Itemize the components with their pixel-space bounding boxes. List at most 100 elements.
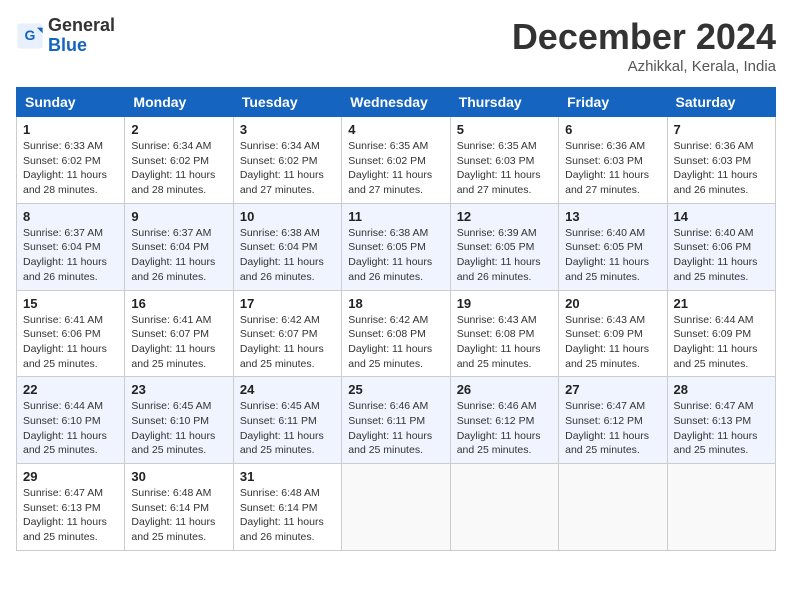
- calendar-day-cell: 4 Sunrise: 6:35 AMSunset: 6:02 PMDaylight…: [342, 117, 450, 204]
- day-info: Sunrise: 6:43 AMSunset: 6:09 PMDaylight:…: [565, 313, 660, 372]
- day-of-week-header: Wednesday: [342, 88, 450, 117]
- day-info: Sunrise: 6:37 AMSunset: 6:04 PMDaylight:…: [131, 226, 226, 285]
- day-info: Sunrise: 6:48 AMSunset: 6:14 PMDaylight:…: [240, 486, 335, 545]
- day-number: 9: [131, 209, 226, 224]
- calendar-day-cell: 23 Sunrise: 6:45 AMSunset: 6:10 PMDayligh…: [125, 377, 233, 464]
- day-number: 2: [131, 122, 226, 137]
- day-info: Sunrise: 6:40 AMSunset: 6:05 PMDaylight:…: [565, 226, 660, 285]
- calendar-day-cell: 18 Sunrise: 6:42 AMSunset: 6:08 PMDayligh…: [342, 290, 450, 377]
- logo-general-text: General: [48, 15, 115, 35]
- day-number: 28: [674, 382, 769, 397]
- day-of-week-header: Friday: [559, 88, 667, 117]
- svg-text:G: G: [25, 27, 36, 43]
- day-number: 25: [348, 382, 443, 397]
- day-info: Sunrise: 6:35 AMSunset: 6:02 PMDaylight:…: [348, 139, 443, 198]
- calendar-day-cell: 30 Sunrise: 6:48 AMSunset: 6:14 PMDayligh…: [125, 464, 233, 551]
- calendar-day-cell: 28 Sunrise: 6:47 AMSunset: 6:13 PMDayligh…: [667, 377, 775, 464]
- day-number: 22: [23, 382, 118, 397]
- day-number: 7: [674, 122, 769, 137]
- calendar-week-row: 8 Sunrise: 6:37 AMSunset: 6:04 PMDaylight…: [17, 203, 776, 290]
- day-number: 1: [23, 122, 118, 137]
- logo-icon: G: [16, 22, 44, 50]
- calendar-day-cell: 11 Sunrise: 6:38 AMSunset: 6:05 PMDayligh…: [342, 203, 450, 290]
- calendar-day-cell: [559, 464, 667, 551]
- day-info: Sunrise: 6:44 AMSunset: 6:10 PMDaylight:…: [23, 399, 118, 458]
- day-info: Sunrise: 6:34 AMSunset: 6:02 PMDaylight:…: [131, 139, 226, 198]
- day-info: Sunrise: 6:44 AMSunset: 6:09 PMDaylight:…: [674, 313, 769, 372]
- day-of-week-header: Monday: [125, 88, 233, 117]
- day-of-week-header: Tuesday: [233, 88, 341, 117]
- day-info: Sunrise: 6:35 AMSunset: 6:03 PMDaylight:…: [457, 139, 552, 198]
- calendar-day-cell: 27Sunrise: 6:47 AMSunset: 6:12 PMDayligh…: [559, 377, 667, 464]
- day-of-week-header: Thursday: [450, 88, 558, 117]
- calendar-day-cell: 9 Sunrise: 6:37 AMSunset: 6:04 PMDaylight…: [125, 203, 233, 290]
- day-number: 12: [457, 209, 552, 224]
- day-info: Sunrise: 6:41 AMSunset: 6:07 PMDaylight:…: [131, 313, 226, 372]
- calendar-day-cell: 31 Sunrise: 6:48 AMSunset: 6:14 PMDayligh…: [233, 464, 341, 551]
- day-number: 15: [23, 296, 118, 311]
- calendar-day-cell: [450, 464, 558, 551]
- day-number: 3: [240, 122, 335, 137]
- calendar-day-cell: 25Sunrise: 6:46 AMSunset: 6:11 PMDayligh…: [342, 377, 450, 464]
- title-block: December 2024 Azhikkal, Kerala, India: [512, 16, 776, 75]
- day-info: Sunrise: 6:45 AMSunset: 6:11 PMDaylight:…: [240, 399, 335, 458]
- day-number: 10: [240, 209, 335, 224]
- day-number: 24: [240, 382, 335, 397]
- day-info: Sunrise: 6:43 AMSunset: 6:08 PMDaylight:…: [457, 313, 552, 372]
- day-number: 30: [131, 469, 226, 484]
- day-number: 18: [348, 296, 443, 311]
- day-number: 19: [457, 296, 552, 311]
- logo: G General Blue: [16, 16, 115, 56]
- calendar-day-cell: 26 Sunrise: 6:46 AMSunset: 6:12 PMDayligh…: [450, 377, 558, 464]
- day-number: 16: [131, 296, 226, 311]
- calendar-day-cell: 6Sunrise: 6:36 AMSunset: 6:03 PMDaylight…: [559, 117, 667, 204]
- day-info: Sunrise: 6:34 AMSunset: 6:02 PMDaylight:…: [240, 139, 335, 198]
- day-info: Sunrise: 6:46 AMSunset: 6:12 PMDaylight:…: [457, 399, 552, 458]
- day-number: 5: [457, 122, 552, 137]
- day-info: Sunrise: 6:42 AMSunset: 6:07 PMDaylight:…: [240, 313, 335, 372]
- day-number: 11: [348, 209, 443, 224]
- day-info: Sunrise: 6:38 AMSunset: 6:05 PMDaylight:…: [348, 226, 443, 285]
- calendar-day-cell: 5 Sunrise: 6:35 AMSunset: 6:03 PMDaylight…: [450, 117, 558, 204]
- day-number: 13: [565, 209, 660, 224]
- calendar-day-cell: 13 Sunrise: 6:40 AMSunset: 6:05 PMDayligh…: [559, 203, 667, 290]
- calendar-day-cell: [342, 464, 450, 551]
- day-info: Sunrise: 6:47 AMSunset: 6:13 PMDaylight:…: [23, 486, 118, 545]
- day-info: Sunrise: 6:33 AMSunset: 6:02 PMDaylight:…: [23, 139, 118, 198]
- page-header: G General Blue December 2024 Azhikkal, K…: [16, 16, 776, 75]
- day-info: Sunrise: 6:42 AMSunset: 6:08 PMDaylight:…: [348, 313, 443, 372]
- day-number: 4: [348, 122, 443, 137]
- day-number: 21: [674, 296, 769, 311]
- calendar-header-row: SundayMondayTuesdayWednesdayThursdayFrid…: [17, 88, 776, 117]
- day-info: Sunrise: 6:41 AMSunset: 6:06 PMDaylight:…: [23, 313, 118, 372]
- calendar-day-cell: 21 Sunrise: 6:44 AMSunset: 6:09 PMDayligh…: [667, 290, 775, 377]
- calendar-day-cell: 7Sunrise: 6:36 AMSunset: 6:03 PMDaylight…: [667, 117, 775, 204]
- calendar-week-row: 1 Sunrise: 6:33 AMSunset: 6:02 PMDaylight…: [17, 117, 776, 204]
- day-number: 27: [565, 382, 660, 397]
- day-number: 29: [23, 469, 118, 484]
- calendar-day-cell: 8 Sunrise: 6:37 AMSunset: 6:04 PMDaylight…: [17, 203, 125, 290]
- month-title: December 2024: [512, 16, 776, 58]
- day-of-week-header: Sunday: [17, 88, 125, 117]
- day-number: 8: [23, 209, 118, 224]
- day-number: 31: [240, 469, 335, 484]
- day-info: Sunrise: 6:47 AMSunset: 6:13 PMDaylight:…: [674, 399, 769, 458]
- calendar-day-cell: 2 Sunrise: 6:34 AMSunset: 6:02 PMDaylight…: [125, 117, 233, 204]
- day-number: 26: [457, 382, 552, 397]
- day-info: Sunrise: 6:45 AMSunset: 6:10 PMDaylight:…: [131, 399, 226, 458]
- calendar-day-cell: 15 Sunrise: 6:41 AMSunset: 6:06 PMDayligh…: [17, 290, 125, 377]
- calendar-week-row: 15 Sunrise: 6:41 AMSunset: 6:06 PMDayligh…: [17, 290, 776, 377]
- day-number: 20: [565, 296, 660, 311]
- day-number: 23: [131, 382, 226, 397]
- day-info: Sunrise: 6:48 AMSunset: 6:14 PMDaylight:…: [131, 486, 226, 545]
- calendar-day-cell: 12Sunrise: 6:39 AMSunset: 6:05 PMDayligh…: [450, 203, 558, 290]
- calendar-table: SundayMondayTuesdayWednesdayThursdayFrid…: [16, 87, 776, 551]
- calendar-day-cell: 14Sunrise: 6:40 AMSunset: 6:06 PMDayligh…: [667, 203, 775, 290]
- location-title: Azhikkal, Kerala, India: [512, 58, 776, 75]
- calendar-day-cell: 1 Sunrise: 6:33 AMSunset: 6:02 PMDaylight…: [17, 117, 125, 204]
- day-number: 17: [240, 296, 335, 311]
- calendar-week-row: 22 Sunrise: 6:44 AMSunset: 6:10 PMDayligh…: [17, 377, 776, 464]
- day-number: 14: [674, 209, 769, 224]
- day-info: Sunrise: 6:37 AMSunset: 6:04 PMDaylight:…: [23, 226, 118, 285]
- calendar-day-cell: 10Sunrise: 6:38 AMSunset: 6:04 PMDayligh…: [233, 203, 341, 290]
